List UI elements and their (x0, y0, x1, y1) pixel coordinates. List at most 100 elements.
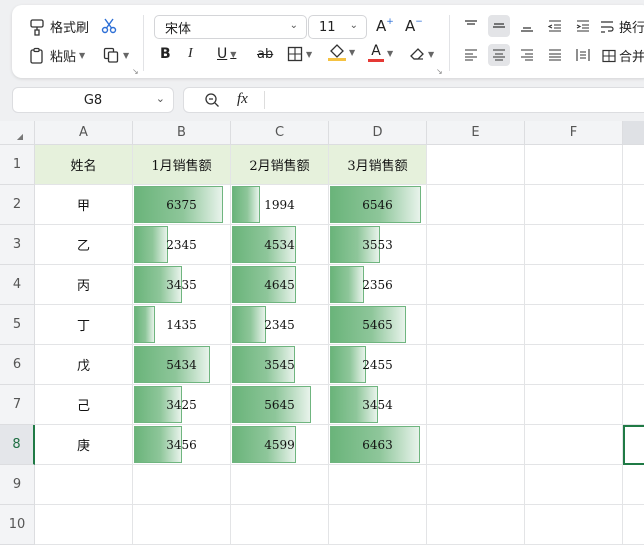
cell-f6[interactable] (525, 345, 623, 385)
cell-d9[interactable] (329, 465, 427, 505)
cell-f2[interactable] (525, 185, 623, 225)
cell-b7[interactable]: 3425 (133, 385, 231, 425)
clear-format-button[interactable]: ▼ (409, 46, 434, 62)
cell-f8[interactable] (525, 425, 623, 465)
cell-e1[interactable] (427, 145, 525, 185)
cell-f5[interactable] (525, 305, 623, 345)
column-header-g[interactable] (623, 121, 644, 145)
cell-c3[interactable]: 4534 (231, 225, 329, 265)
cell-f4[interactable] (525, 265, 623, 305)
cell-c4[interactable]: 4645 (231, 265, 329, 305)
cell-d5[interactable]: 5465 (329, 305, 427, 345)
cell-b1[interactable]: 1月销售额 (133, 145, 231, 185)
name-box[interactable]: G8 ⌄ (12, 87, 174, 113)
cell-b3[interactable]: 2345 (133, 225, 231, 265)
row-header-10[interactable]: 10 (0, 505, 35, 545)
font-color-button[interactable]: A ▼ (368, 44, 393, 62)
cell-f10[interactable] (525, 505, 623, 545)
cell-e6[interactable] (427, 345, 525, 385)
row-header-6[interactable]: 6 (0, 345, 35, 385)
cell-c5[interactable]: 2345 (231, 305, 329, 345)
cell-a2[interactable]: 甲 (35, 185, 133, 225)
cell-f1[interactable] (525, 145, 623, 185)
cell-e8[interactable] (427, 425, 525, 465)
cell-c1[interactable]: 2月销售额 (231, 145, 329, 185)
cell-c9[interactable] (231, 465, 329, 505)
paste-button[interactable]: 粘贴 ▼ (28, 46, 85, 65)
justify-button[interactable] (544, 44, 566, 66)
cell-g2[interactable] (623, 185, 644, 225)
cell-b2[interactable]: 6375 (133, 185, 231, 225)
wrap-text-button[interactable]: 换行 (600, 17, 644, 36)
strikethrough-button[interactable]: ab (257, 47, 273, 62)
column-header-a[interactable]: A (35, 121, 133, 145)
cell-g1[interactable] (623, 145, 644, 185)
font-expand-icon[interactable]: ↘ (436, 67, 443, 76)
cell-d3[interactable]: 3553 (329, 225, 427, 265)
column-header-f[interactable]: F (525, 121, 623, 145)
cell-c6[interactable]: 3545 (231, 345, 329, 385)
cell-g9[interactable] (623, 465, 644, 505)
cell-d2[interactable]: 6546 (329, 185, 427, 225)
format-painter-button[interactable]: 格式刷 (28, 17, 89, 36)
cell-e5[interactable] (427, 305, 525, 345)
row-header-1[interactable]: 1 (0, 145, 35, 185)
cell-e3[interactable] (427, 225, 525, 265)
row-header-8[interactable]: 8 (0, 425, 35, 465)
cell-c7[interactable]: 5645 (231, 385, 329, 425)
cell-g5[interactable] (623, 305, 644, 345)
zoom-search-icon[interactable] (204, 92, 220, 112)
cell-a8[interactable]: 庚 (35, 425, 133, 465)
decrease-indent-button[interactable] (544, 15, 566, 37)
cell-e2[interactable] (427, 185, 525, 225)
italic-button[interactable]: I (188, 46, 193, 62)
cell-a5[interactable]: 丁 (35, 305, 133, 345)
row-header-3[interactable]: 3 (0, 225, 35, 265)
cell-a9[interactable] (35, 465, 133, 505)
cell-d8[interactable]: 6463 (329, 425, 427, 465)
cell-b6[interactable]: 5434 (133, 345, 231, 385)
cell-e4[interactable] (427, 265, 525, 305)
align-top-button[interactable] (460, 15, 482, 37)
clipboard-expand-icon[interactable]: ↘ (132, 67, 139, 76)
merge-cells-button[interactable]: 合并 (602, 46, 644, 65)
increase-indent-button[interactable] (572, 15, 594, 37)
row-header-2[interactable]: 2 (0, 185, 35, 225)
cell-a4[interactable]: 丙 (35, 265, 133, 305)
cell-g6[interactable] (623, 345, 644, 385)
row-header-7[interactable]: 7 (0, 385, 35, 425)
border-button[interactable]: ▼ (287, 46, 312, 62)
cell-g3[interactable] (623, 225, 644, 265)
cell-g10[interactable] (623, 505, 644, 545)
cell-f3[interactable] (525, 225, 623, 265)
align-bottom-button[interactable] (516, 15, 538, 37)
row-header-5[interactable]: 5 (0, 305, 35, 345)
font-name-select[interactable]: 宋体 ⌄ (154, 15, 307, 39)
cell-d10[interactable] (329, 505, 427, 545)
column-header-d[interactable]: D (329, 121, 427, 145)
align-center-button[interactable] (488, 44, 510, 66)
cell-c10[interactable] (231, 505, 329, 545)
cell-b10[interactable] (133, 505, 231, 545)
function-fx-icon[interactable]: fx (237, 91, 248, 108)
cell-d6[interactable]: 2455 (329, 345, 427, 385)
decrease-font-button[interactable]: A − (405, 17, 423, 35)
cell-g7[interactable] (623, 385, 644, 425)
cell-b9[interactable] (133, 465, 231, 505)
cell-f7[interactable] (525, 385, 623, 425)
column-header-c[interactable]: C (231, 121, 329, 145)
distributed-align-button[interactable] (572, 44, 594, 66)
cell-c8[interactable]: 4599 (231, 425, 329, 465)
selected-cell-g8[interactable] (623, 425, 644, 465)
cell-d1[interactable]: 3月销售额 (329, 145, 427, 185)
align-right-button[interactable] (516, 44, 538, 66)
cell-e10[interactable] (427, 505, 525, 545)
select-all-corner[interactable]: ◢ (0, 121, 35, 145)
cell-g4[interactable] (623, 265, 644, 305)
row-header-9[interactable]: 9 (0, 465, 35, 505)
increase-font-button[interactable]: A + (376, 17, 394, 35)
font-size-select[interactable]: 11 ⌄ (308, 15, 367, 39)
cell-e7[interactable] (427, 385, 525, 425)
copy-button[interactable]: ▼ (102, 46, 129, 64)
cell-f9[interactable] (525, 465, 623, 505)
